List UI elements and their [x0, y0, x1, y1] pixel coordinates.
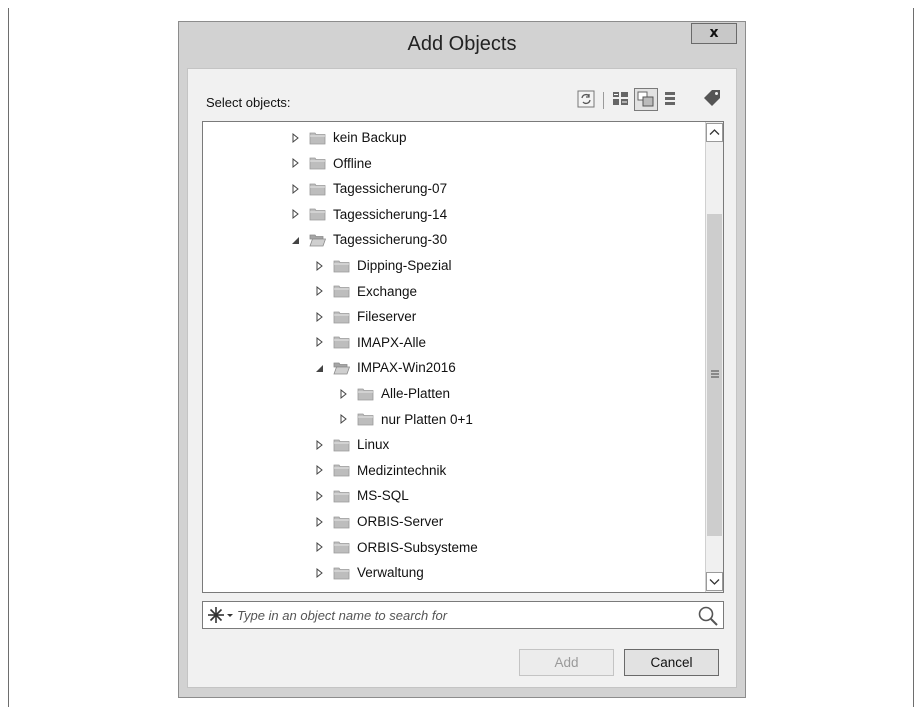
- tile-view-icon[interactable]: [634, 84, 658, 119]
- tree-item-label: nur Platten 0+1: [381, 411, 473, 427]
- tree-item[interactable]: Tagessicherung-07: [289, 176, 447, 201]
- scroll-thumb[interactable]: [707, 214, 722, 536]
- tree-item[interactable]: Linux: [313, 432, 389, 457]
- dialog-body: Select objects: kein Backup Offline Tage…: [187, 68, 737, 688]
- scroll-down-button[interactable]: [706, 572, 723, 591]
- tree-item-label: Tagessicherung-14: [333, 206, 448, 222]
- tree-item-label: ORBIS-Subsysteme: [357, 539, 478, 555]
- tree-item[interactable]: Alle-Platten: [337, 381, 450, 406]
- folder-icon: [333, 284, 357, 298]
- folder-icon: [333, 489, 357, 503]
- scroll-grip-icon: [711, 370, 719, 378]
- expand-arrow-icon[interactable]: [313, 260, 333, 272]
- folder-open-icon: [333, 361, 357, 375]
- expand-arrow-icon[interactable]: [289, 157, 309, 169]
- tree-item[interactable]: Dipping-Spezial: [313, 253, 452, 278]
- cancel-button[interactable]: Cancel: [624, 649, 719, 676]
- scroll-up-button[interactable]: [706, 123, 723, 142]
- expand-arrow-icon[interactable]: [337, 413, 357, 425]
- tree-item[interactable]: nur Platten 0+1: [337, 407, 473, 432]
- tree-item[interactable]: Verwaltung: [313, 560, 424, 585]
- folder-icon: [333, 566, 357, 580]
- close-button[interactable]: x: [691, 23, 737, 44]
- expand-arrow-icon[interactable]: [313, 516, 333, 528]
- object-tree[interactable]: kein Backup Offline Tagessicherung-07 Tages…: [202, 121, 724, 593]
- tree-item[interactable]: kein Backup: [289, 125, 407, 150]
- search-bar: [202, 601, 724, 629]
- tree-item-label: ORBIS-Server: [357, 514, 444, 529]
- expand-arrow-icon[interactable]: [313, 490, 333, 502]
- tree-item[interactable]: MS-SQL: [313, 483, 409, 508]
- tree-item-label: Medizintechnik: [357, 462, 447, 478]
- folder-icon: [309, 182, 333, 196]
- expand-arrow-icon[interactable]: [313, 567, 333, 579]
- view-toolbar: [576, 84, 726, 114]
- expand-arrow-icon[interactable]: [313, 541, 333, 553]
- tree-item[interactable]: ORBIS-Server: [313, 509, 443, 534]
- folder-icon: [333, 335, 357, 349]
- folder-icon: [333, 310, 357, 324]
- tree-item-label: Tagessicherung-30: [333, 232, 448, 248]
- tree-item[interactable]: IMPAX-Win2016: [313, 355, 456, 380]
- expand-arrow-icon[interactable]: [289, 208, 309, 220]
- folder-icon: [333, 515, 357, 529]
- expand-arrow-icon[interactable]: [337, 388, 357, 400]
- wildcard-dropdown-icon[interactable]: [207, 605, 235, 630]
- refresh-icon[interactable]: [576, 84, 598, 119]
- folder-icon: [333, 438, 357, 452]
- tree-item[interactable]: Exchange: [313, 279, 417, 304]
- expand-arrow-icon[interactable]: [313, 285, 333, 297]
- tree-item-label: MS-SQL: [357, 488, 409, 504]
- tree-item[interactable]: Offline: [289, 151, 372, 176]
- folder-icon: [333, 259, 357, 273]
- tree-item-partial[interactable]: [333, 586, 357, 592]
- expand-arrow-icon[interactable]: [313, 311, 333, 323]
- list-view-icon[interactable]: [610, 84, 632, 119]
- collapse-arrow-icon[interactable]: [313, 362, 333, 374]
- tree-item-label: Dipping-Spezial: [357, 258, 452, 273]
- folder-open-icon: [309, 233, 333, 247]
- expand-arrow-icon[interactable]: [313, 336, 333, 348]
- tree-item[interactable]: Medizintechnik: [313, 458, 446, 483]
- tree-item-label: Offline: [333, 155, 372, 171]
- expand-arrow-icon[interactable]: [313, 464, 333, 476]
- tree-item-label: Exchange: [357, 283, 418, 299]
- title-bar: Add Objects x: [179, 22, 745, 68]
- search-icon[interactable]: [697, 605, 719, 632]
- tag-icon[interactable]: [700, 84, 724, 119]
- tree-item-label: Linux: [357, 437, 390, 453]
- tree-item[interactable]: ORBIS-Subsysteme: [313, 535, 478, 560]
- tree-item[interactable]: Tagessicherung-14: [289, 202, 447, 227]
- database-icon[interactable]: [662, 84, 678, 119]
- select-objects-label: Select objects:: [206, 95, 291, 110]
- tree-item[interactable]: IMAPX-Alle: [313, 330, 426, 355]
- folder-icon: [357, 412, 381, 426]
- toolbar-separator: [603, 92, 604, 109]
- tree-item[interactable]: Tagessicherung-30: [289, 227, 447, 252]
- collapse-arrow-icon[interactable]: [289, 234, 309, 246]
- expand-arrow-icon[interactable]: [313, 439, 333, 451]
- tree-item[interactable]: Fileserver: [313, 304, 416, 329]
- folder-icon: [333, 540, 357, 554]
- folder-icon: [357, 387, 381, 401]
- expand-arrow-icon[interactable]: [289, 132, 309, 144]
- tree-item-label: Alle-Platten: [381, 386, 451, 401]
- tree-item-label: Verwaltung: [357, 565, 424, 581]
- add-objects-dialog: Add Objects x Select objects: kein Backu…: [178, 21, 746, 698]
- folder-icon: [309, 207, 333, 221]
- tree-item-label: IMPAX-Win2016: [357, 360, 456, 376]
- tree-item-label: IMAPX-Alle: [357, 334, 427, 350]
- vertical-scrollbar[interactable]: [705, 122, 723, 592]
- folder-icon: [309, 131, 333, 145]
- folder-icon: [309, 156, 333, 170]
- tree-item-label: Tagessicherung-07: [333, 181, 448, 197]
- folder-icon: [333, 463, 357, 477]
- tree-item-label: Fileserver: [357, 309, 417, 325]
- search-input[interactable]: [237, 605, 687, 625]
- add-button[interactable]: Add: [519, 649, 614, 676]
- tree-item-label: kein Backup: [333, 130, 407, 145]
- dialog-title: Add Objects: [407, 33, 517, 55]
- expand-arrow-icon[interactable]: [289, 183, 309, 195]
